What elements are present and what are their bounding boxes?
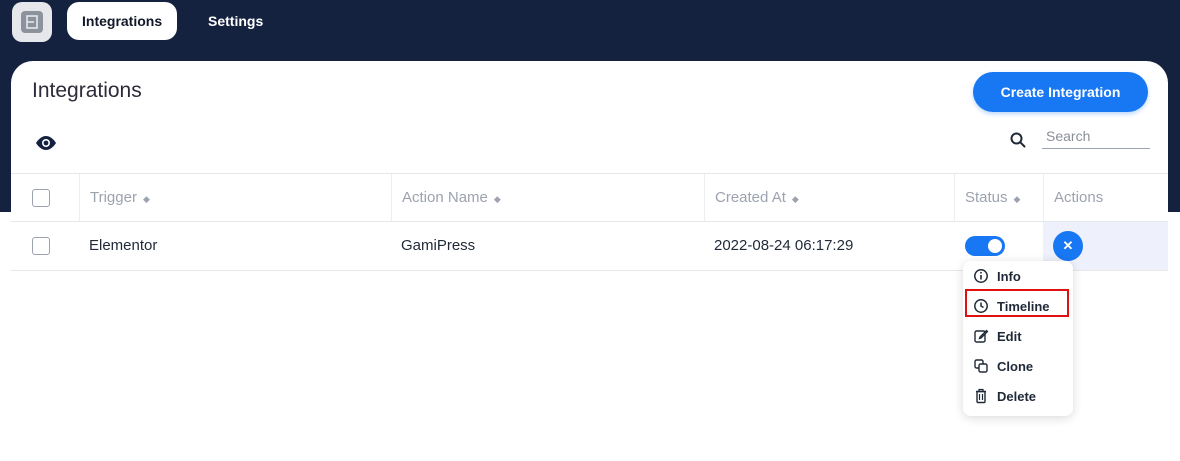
trigger-cell: Elementor xyxy=(89,237,158,254)
close-icon[interactable]: ✕ xyxy=(1053,231,1083,261)
column-action-name[interactable]: Action Name ◆ xyxy=(391,174,704,221)
column-created-at[interactable]: Created At ◆ xyxy=(704,174,954,221)
column-created-at-label: Created At xyxy=(715,189,786,206)
toggle-knob xyxy=(988,239,1002,253)
sort-icon: ◆ xyxy=(493,194,501,204)
row-checkbox[interactable] xyxy=(32,237,50,255)
trash-icon xyxy=(976,388,986,404)
create-integration-button[interactable]: Create Integration xyxy=(973,72,1148,112)
info-icon xyxy=(974,269,988,283)
menu-item-delete-label: Delete xyxy=(997,388,1037,404)
menu-item-edit[interactable]: Edit xyxy=(963,321,1073,351)
app-logo[interactable] xyxy=(12,2,52,42)
column-trigger-label: Trigger xyxy=(90,189,137,206)
integrations-table: Trigger ◆ Action Name ◆ Created At ◆ Status… xyxy=(11,173,1168,271)
eye-icon[interactable] xyxy=(34,134,58,152)
sort-icon: ◆ xyxy=(1013,194,1021,204)
menu-item-info[interactable]: Info xyxy=(963,261,1073,291)
search-icon[interactable] xyxy=(1009,131,1027,149)
sort-icon: ◆ xyxy=(142,194,150,204)
sort-icon: ◆ xyxy=(791,194,799,204)
search-input[interactable] xyxy=(1042,124,1150,149)
menu-item-timeline-label: Timeline xyxy=(997,298,1050,314)
app-logo-icon xyxy=(21,11,43,33)
page-title: Integrations xyxy=(32,79,142,102)
edit-icon xyxy=(974,329,989,343)
select-all-checkbox[interactable] xyxy=(32,189,50,207)
tab-integrations[interactable]: Integrations xyxy=(67,2,178,40)
column-status-label: Status xyxy=(965,189,1008,206)
column-action-name-label: Action Name xyxy=(402,189,488,206)
column-actions: Actions xyxy=(1043,174,1168,221)
column-status[interactable]: Status ◆ xyxy=(954,174,1043,221)
action-name-cell: GamiPress xyxy=(401,237,476,254)
clock-icon xyxy=(974,299,988,313)
menu-item-clone[interactable]: Clone xyxy=(963,351,1073,381)
menu-item-info-label: Info xyxy=(997,268,1021,284)
menu-item-clone-label: Clone xyxy=(997,358,1034,374)
status-toggle[interactable] xyxy=(965,236,1005,256)
column-actions-label: Actions xyxy=(1054,189,1104,206)
menu-item-timeline[interactable]: Timeline xyxy=(963,291,1073,321)
copy-icon xyxy=(974,359,988,373)
column-trigger[interactable]: Trigger ◆ xyxy=(79,174,391,221)
tab-settings[interactable]: Settings xyxy=(193,2,278,40)
menu-item-delete[interactable]: Delete xyxy=(963,381,1073,411)
actions-menu: Info Timeline Edit Clone Delete xyxy=(963,261,1073,416)
menu-item-edit-label: Edit xyxy=(997,328,1022,344)
table-header: Trigger ◆ Action Name ◆ Created At ◆ Status… xyxy=(11,173,1168,222)
created-at-cell: 2022-08-24 06:17:29 xyxy=(714,237,854,254)
